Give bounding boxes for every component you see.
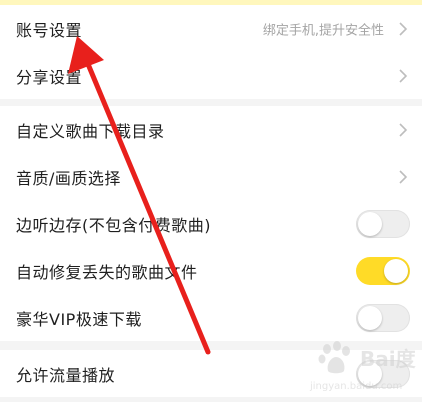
bind-phone-hint: 绑定手机,提升安全性 bbox=[262, 23, 384, 38]
chevron-right-icon bbox=[399, 169, 408, 184]
toggle-knob bbox=[384, 258, 408, 283]
download-directory-row[interactable]: 自定义歌曲下载目录 bbox=[0, 106, 422, 153]
account-settings-row[interactable]: 账号设置 绑定手机,提升安全性 bbox=[0, 5, 422, 52]
vip-fast-download-row: 豪华VIP极速下载 bbox=[0, 294, 422, 341]
listen-and-save-label: 边听边存(不包含付费歌曲) bbox=[16, 215, 211, 235]
account-settings-label: 账号设置 bbox=[16, 20, 83, 40]
toggle-knob bbox=[358, 305, 382, 330]
share-settings-row[interactable]: 分享设置 bbox=[0, 52, 422, 99]
chevron-right-icon bbox=[399, 68, 408, 83]
watermark-url: jingyan.baidu.com bbox=[310, 381, 403, 392]
group-download: 自定义歌曲下载目录 音质/画质选择 边听边存(不包含付费歌曲) 自动修复丢失的歌… bbox=[0, 106, 422, 341]
settings-screen: 账号设置 绑定手机,提升安全性 分享设置 自定义歌曲下载目录 音质/画质选择 边… bbox=[0, 0, 422, 402]
auto-repair-toggle[interactable] bbox=[356, 256, 410, 285]
group-account: 账号设置 绑定手机,提升安全性 分享设置 bbox=[0, 5, 422, 99]
quality-select-row[interactable]: 音质/画质选择 bbox=[0, 153, 422, 200]
chevron-right-icon bbox=[399, 122, 408, 137]
vip-fast-download-toggle[interactable] bbox=[356, 303, 410, 332]
paw-icon bbox=[318, 341, 350, 374]
auto-repair-row: 自动修复丢失的歌曲文件 bbox=[0, 247, 422, 294]
listen-and-save-toggle[interactable] bbox=[356, 209, 410, 238]
watermark-text: Bai度 bbox=[360, 347, 416, 371]
baidu-watermark: Bai度 jingyan.baidu.com bbox=[302, 337, 422, 399]
listen-and-save-row: 边听边存(不包含付费歌曲) bbox=[0, 200, 422, 247]
vip-fast-download-label: 豪华VIP极速下载 bbox=[16, 309, 142, 329]
share-settings-label: 分享设置 bbox=[16, 67, 83, 87]
quality-select-label: 音质/画质选择 bbox=[16, 168, 121, 188]
download-directory-label: 自定义歌曲下载目录 bbox=[16, 121, 165, 141]
toggle-knob bbox=[358, 211, 382, 236]
auto-repair-label: 自动修复丢失的歌曲文件 bbox=[16, 262, 198, 282]
chevron-right-icon bbox=[399, 21, 408, 36]
allow-mobile-data-label: 允许流量播放 bbox=[16, 365, 116, 385]
